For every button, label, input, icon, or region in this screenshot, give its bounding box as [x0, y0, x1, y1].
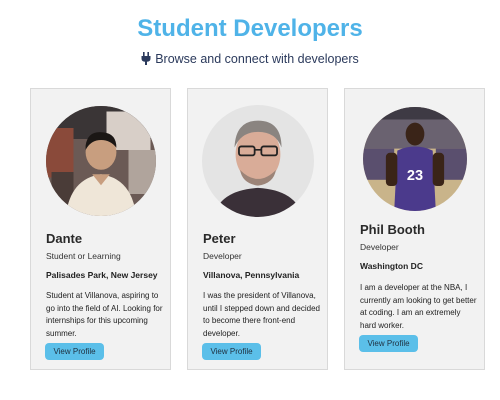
developer-role: Student or Learning	[46, 251, 121, 261]
avatar	[45, 106, 156, 216]
developer-name: Dante	[46, 231, 83, 246]
page-subtitle: Browse and connect with developers	[0, 52, 500, 68]
svg-text:23: 23	[406, 168, 422, 184]
subtitle-text: Browse and connect with developers	[155, 52, 359, 66]
avatar	[201, 105, 314, 217]
developer-name: Peter	[203, 231, 236, 246]
developer-card: Peter Developer Villanova, Pennsylvania …	[187, 88, 328, 370]
developer-role: Developer	[360, 242, 399, 252]
avatar: 23	[362, 107, 467, 211]
developer-card: Dante Student or Learning Palisades Park…	[30, 88, 171, 370]
developer-location: Villanova, Pennsylvania	[203, 270, 300, 280]
page-title: Student Developers	[137, 15, 363, 42]
developer-role: Developer	[203, 251, 242, 261]
page: Student Developers Browse and connect wi…	[0, 0, 500, 400]
developer-bio: I was the president of Villanova, until …	[203, 291, 320, 338]
developer-name: Phil Booth	[360, 222, 425, 237]
view-profile-button[interactable]: View Profile	[45, 343, 104, 360]
view-profile-button[interactable]: View Profile	[202, 343, 261, 360]
plug-icon	[141, 52, 151, 68]
view-profile-button[interactable]: View Profile	[359, 335, 418, 352]
developer-location: Washington DC	[360, 261, 423, 271]
developer-location: Palisades Park, New Jersey	[46, 270, 158, 280]
developer-bio: Student at Villanova, aspiring to go int…	[46, 291, 163, 338]
developer-card: 23 Phil Booth Developer Washington DC I …	[344, 88, 485, 370]
developer-bio: I am a developer at the NBA, I currently…	[360, 283, 477, 330]
